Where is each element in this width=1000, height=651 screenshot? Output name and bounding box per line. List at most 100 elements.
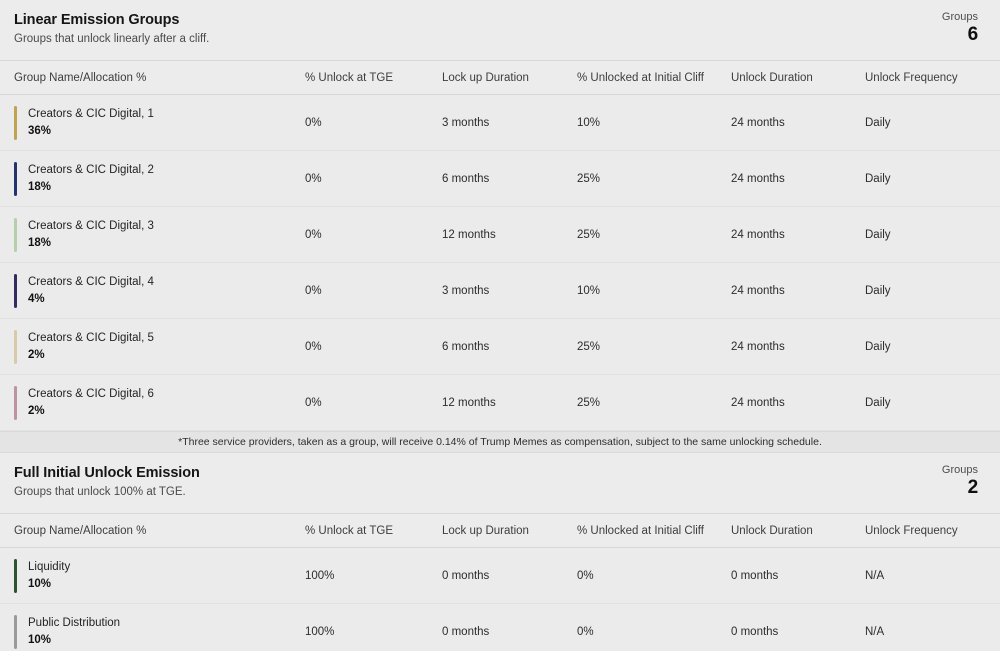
column-header-lockup-duration: Lock up Duration <box>442 60 577 95</box>
section-header: Full Initial Unlock Emission Groups that… <box>0 453 1000 513</box>
cell-unlocked-at-cliff: 25% <box>577 318 731 375</box>
group-allocation-label: 18% <box>28 180 52 193</box>
column-header-group-name: Group Name/Allocation % <box>0 60 305 95</box>
cell-group-name: Public Distribution 10% <box>0 603 305 651</box>
section-title: Linear Emission Groups <box>14 12 180 28</box>
column-header-unlock-at-tge: % Unlock at TGE <box>305 513 442 548</box>
group-allocation-label: 10% <box>28 633 52 646</box>
cell-group-name: Creators & CIC Digital, 5 2% <box>0 318 305 375</box>
cell-unlock-at-tge: 0% <box>305 150 442 207</box>
cell-unlock-frequency: Daily <box>865 262 1000 319</box>
cell-unlock-duration: 24 months <box>731 318 865 375</box>
cell-lockup-duration: 3 months <box>442 94 577 151</box>
cell-unlock-at-tge: 100% <box>305 547 442 604</box>
table-body: Creators & CIC Digital, 1 36% 0% 3 months 10… <box>0 94 1000 431</box>
table-row[interactable]: Public Distribution 10% 100% 0 months 0% 0 mo… <box>0 603 1000 651</box>
group-name-label: Creators & CIC Digital, 2 <box>28 163 154 176</box>
column-header-unlock-at-tge: % Unlock at TGE <box>305 60 442 95</box>
cell-lockup-duration: 6 months <box>442 318 577 375</box>
section-header: Linear Emission Groups Groups that unloc… <box>0 0 1000 60</box>
cell-unlock-frequency: N/A <box>865 547 1000 604</box>
cell-unlock-duration: 24 months <box>731 206 865 263</box>
table-header: Group Name/Allocation % % Unlock at TGE … <box>0 60 1000 95</box>
column-header-unlock-duration: Unlock Duration <box>731 513 865 548</box>
group-color-accent <box>14 329 17 364</box>
table-row[interactable]: Creators & CIC Digital, 1 36% 0% 3 months 10… <box>0 94 1000 151</box>
cell-group-name: Creators & CIC Digital, 2 18% <box>0 150 305 207</box>
table-row[interactable]: Liquidity 10% 100% 0 months 0% 0 months N/A <box>0 547 1000 604</box>
cell-unlock-duration: 24 months <box>731 94 865 151</box>
group-name-label: Liquidity <box>28 560 71 573</box>
table-row[interactable]: Creators & CIC Digital, 3 18% 0% 12 months 2… <box>0 206 1000 263</box>
cell-unlocked-at-cliff: 0% <box>577 547 731 604</box>
cell-unlock-frequency: Daily <box>865 206 1000 263</box>
cell-unlock-at-tge: 0% <box>305 374 442 431</box>
cell-unlocked-at-cliff: 25% <box>577 206 731 263</box>
group-allocation-label: 2% <box>28 348 45 361</box>
group-allocation-label: 2% <box>28 404 45 417</box>
cell-unlock-frequency: Daily <box>865 318 1000 375</box>
section-title: Full Initial Unlock Emission <box>14 465 200 481</box>
group-color-accent <box>14 273 17 308</box>
table-footnote: *Three service providers, taken as a gro… <box>0 431 1000 453</box>
cell-unlock-duration: 0 months <box>731 547 865 604</box>
linear-emission-table: Group Name/Allocation % % Unlock at TGE … <box>0 60 1000 431</box>
section-header-titles: Linear Emission Groups Groups that unloc… <box>14 11 209 47</box>
group-color-accent <box>14 385 17 420</box>
cell-unlock-at-tge: 0% <box>305 206 442 263</box>
cell-lockup-duration: 6 months <box>442 150 577 207</box>
section-subtitle: Groups that unlock 100% at TGE. <box>14 486 186 498</box>
groups-counter-label: Groups <box>941 11 978 23</box>
cell-group-name: Creators & CIC Digital, 3 18% <box>0 206 305 263</box>
cell-unlock-at-tge: 100% <box>305 603 442 651</box>
column-header-unlocked-at-cliff: % Unlocked at Initial Cliff <box>577 513 731 548</box>
emission-schedule-page: Linear Emission Groups Groups that unloc… <box>0 0 1000 651</box>
column-header-unlock-frequency: Unlock Frequency <box>865 60 1000 95</box>
cell-unlock-duration: 24 months <box>731 374 865 431</box>
cell-group-name: Creators & CIC Digital, 4 4% <box>0 262 305 319</box>
cell-unlock-frequency: Daily <box>865 150 1000 207</box>
table-row[interactable]: Creators & CIC Digital, 6 2% 0% 12 months 25… <box>0 374 1000 431</box>
table-header-row: Group Name/Allocation % % Unlock at TGE … <box>0 513 1000 548</box>
table-row[interactable]: Creators & CIC Digital, 5 2% 0% 6 months 25%… <box>0 318 1000 375</box>
group-allocation-label: 18% <box>28 236 52 249</box>
section-header-titles: Full Initial Unlock Emission Groups that… <box>14 464 200 500</box>
cell-lockup-duration: 3 months <box>442 262 577 319</box>
group-allocation-label: 10% <box>28 577 52 590</box>
table-row[interactable]: Creators & CIC Digital, 4 4% 0% 3 months 10%… <box>0 262 1000 319</box>
cell-unlock-duration: 24 months <box>731 262 865 319</box>
group-color-accent <box>14 558 17 593</box>
cell-group-name: Creators & CIC Digital, 6 2% <box>0 374 305 431</box>
cell-lockup-duration: 0 months <box>442 547 577 604</box>
group-name-label: Creators & CIC Digital, 1 <box>28 107 154 120</box>
cell-unlock-duration: 24 months <box>731 150 865 207</box>
table-row[interactable]: Creators & CIC Digital, 2 18% 0% 6 months 25… <box>0 150 1000 207</box>
groups-counter: Groups 2 <box>942 464 978 499</box>
group-allocation-label: 36% <box>28 124 52 137</box>
cell-lockup-duration: 0 months <box>442 603 577 651</box>
cell-group-name: Creators & CIC Digital, 1 36% <box>0 94 305 151</box>
group-color-accent <box>14 105 17 140</box>
column-header-unlocked-at-cliff: % Unlocked at Initial Cliff <box>577 60 731 95</box>
cell-lockup-duration: 12 months <box>442 374 577 431</box>
cell-unlocked-at-cliff: 25% <box>577 374 731 431</box>
table-header: Group Name/Allocation % % Unlock at TGE … <box>0 513 1000 548</box>
cell-unlock-frequency: Daily <box>865 94 1000 151</box>
group-name-label: Public Distribution <box>28 616 121 629</box>
column-header-unlock-duration: Unlock Duration <box>731 60 865 95</box>
cell-group-name: Liquidity 10% <box>0 547 305 604</box>
column-header-group-name: Group Name/Allocation % <box>0 513 305 548</box>
group-name-label: Creators & CIC Digital, 4 <box>28 275 154 288</box>
cell-unlock-duration: 0 months <box>731 603 865 651</box>
group-color-accent <box>14 614 17 649</box>
cell-unlock-at-tge: 0% <box>305 94 442 151</box>
group-allocation-label: 4% <box>28 292 45 305</box>
cell-unlock-frequency: N/A <box>865 603 1000 651</box>
cell-unlocked-at-cliff: 10% <box>577 262 731 319</box>
groups-counter: Groups 6 <box>942 11 978 46</box>
groups-counter-label: Groups <box>941 464 978 476</box>
cell-unlock-at-tge: 0% <box>305 318 442 375</box>
cell-unlock-frequency: Daily <box>865 374 1000 431</box>
cell-unlocked-at-cliff: 25% <box>577 150 731 207</box>
cell-lockup-duration: 12 months <box>442 206 577 263</box>
